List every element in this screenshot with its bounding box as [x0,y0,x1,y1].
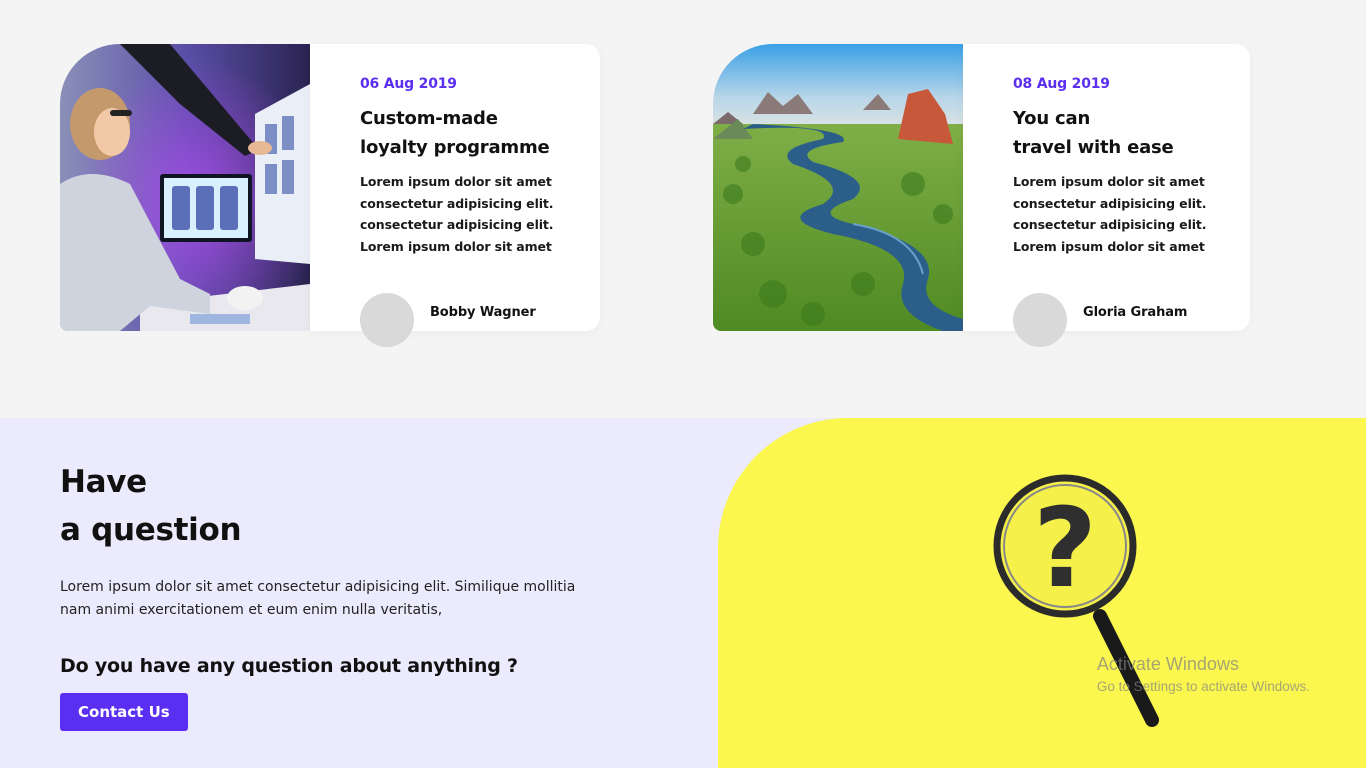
card-excerpt-line: Lorem ipsum dolor sit amet [360,174,552,189]
question-mark-icon: ? [1033,484,1097,612]
section-description-line: Lorem ipsum dolor sit amet consectetur a… [60,579,576,595]
section-title-line: Have [60,464,147,500]
question-content: Have a question Lorem ipsum dolor sit am… [60,458,660,731]
card-excerpt-line: Lorem ipsum dolor sit amet [360,238,552,254]
card-excerpt-line: consectetur adipisicing elit. [360,195,554,211]
section-description-line: nam animi exercitationem et eum enim nul… [60,602,443,618]
author-name: Gloria Graham [1083,304,1188,320]
card-date: 08 Aug 2019 [1013,76,1110,92]
card-image-river [713,44,963,331]
card-body: 06 Aug 2019 Custom-made loyalty programm… [310,44,600,347]
card-date: 06 Aug 2019 [360,76,457,92]
card-title[interactable]: You can travel with ease [1013,104,1230,162]
contact-us-button[interactable]: Contact Us [60,693,188,731]
card-image-office [60,44,310,331]
card-excerpt-line: consectetur adipisicing elit. [360,217,554,232]
section-title-line: a question [60,512,242,548]
card-excerpt-line: consectetur adipisicing elit. [1013,217,1207,232]
watermark-subtitle: Go to Settings to activate Windows. [1096,679,1310,694]
card-title-line: travel with ease [1013,137,1174,158]
card-excerpt: Lorem ipsum dolor sit amet consectetur a… [1013,171,1230,257]
card-body: 08 Aug 2019 You can travel with ease Lor… [963,44,1250,347]
section-subheading: Do you have any question about anything … [60,655,518,677]
blog-card[interactable]: 06 Aug 2019 Custom-made loyalty programm… [60,44,600,347]
card-excerpt: Lorem ipsum dolor sit amet consectetur a… [360,171,580,257]
avatar [1013,293,1067,347]
card-title-line: Custom-made [360,108,498,129]
card-excerpt-line: Lorem ipsum dolor sit amet [1013,174,1205,189]
question-section: Have a question Lorem ipsum dolor sit am… [0,418,1366,768]
card-title[interactable]: Custom-made loyalty programme [360,104,580,162]
card-author: Gloria Graham [1013,293,1187,347]
author-name: Bobby Wagner [430,304,536,320]
card-title-line: loyalty programme [360,137,550,158]
section-title: Have a question [60,458,660,554]
blog-card[interactable]: 08 Aug 2019 You can travel with ease Lor… [713,44,1250,347]
section-description: Lorem ipsum dolor sit amet consectetur a… [60,576,660,622]
watermark-title: Activate Windows [1096,654,1239,674]
card-excerpt-line: consectetur adipisicing elit. [1013,195,1207,211]
windows-activation-watermark: Activate Windows Go to Settings to activ… [1097,654,1310,694]
card-author: Bobby Wagner [360,293,536,347]
card-title-line: You can [1013,108,1091,129]
question-image: ? [718,418,1366,768]
card-excerpt-line: Lorem ipsum dolor sit amet [1013,238,1205,254]
avatar [360,293,414,347]
